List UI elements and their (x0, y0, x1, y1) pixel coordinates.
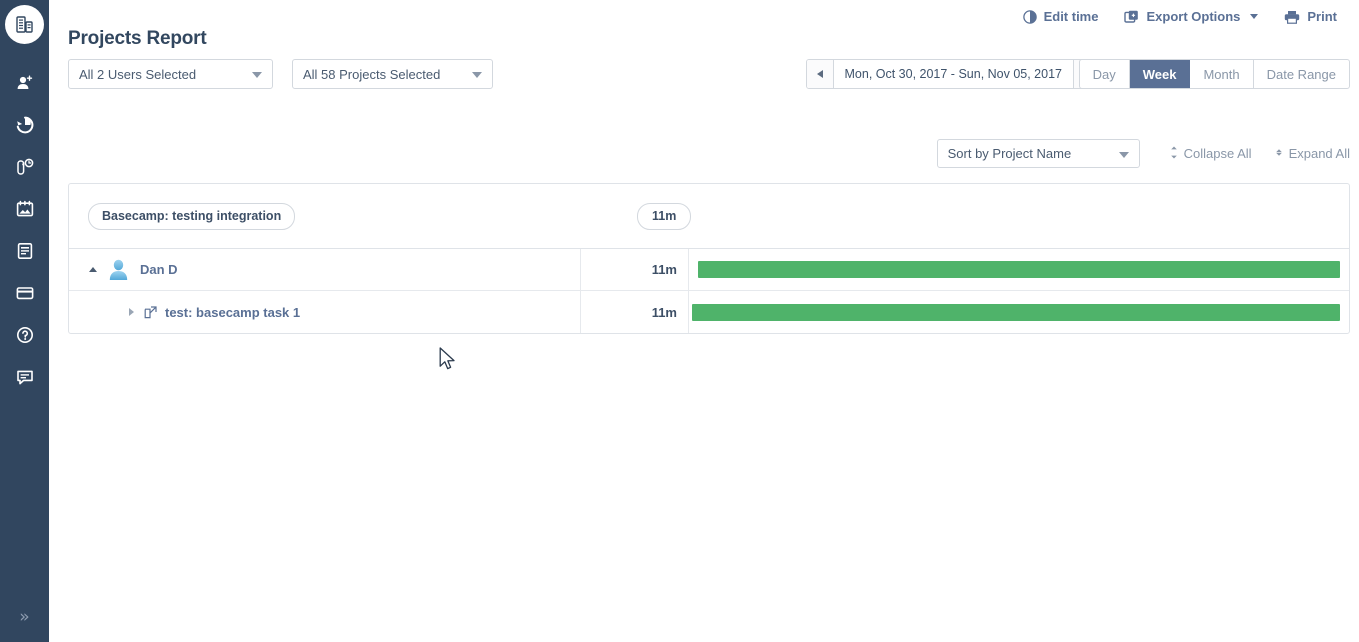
printer-icon (1284, 10, 1300, 24)
sidebar-item-calendar[interactable] (0, 188, 49, 230)
task-row-time: 11m (581, 291, 689, 333)
collapse-all-label: Collapse All (1183, 146, 1252, 161)
user-row-time: 11m (581, 249, 689, 290)
expand-all-button[interactable]: Expand All (1275, 146, 1350, 162)
users-select-value: All 2 Users Selected (79, 66, 197, 82)
sidebar-nav (0, 62, 49, 398)
page-title: Projects Report (68, 28, 207, 49)
task-row-name-cell: test: basecamp task 1 (69, 291, 581, 333)
table-row: Dan D 11m (69, 249, 1349, 291)
export-options-button[interactable]: Export Options (1124, 9, 1259, 24)
chevron-down-icon (1250, 14, 1259, 19)
time-bar (692, 303, 1340, 321)
view-toggle-day[interactable]: Day (1080, 60, 1130, 88)
sidebar-item-chat[interactable] (0, 356, 49, 398)
disclosure-collapsed-icon[interactable] (129, 308, 134, 316)
edit-time-label: Edit time (1043, 9, 1099, 24)
view-toggle: Day Week Month Date Range (1078, 59, 1350, 89)
view-toggle-date-range[interactable]: Date Range (1254, 60, 1349, 88)
report-card: Basecamp: testing integration 11m Dan D … (68, 183, 1350, 334)
date-navigator: Mon, Oct 30, 2017 - Sun, Nov 05, 2017 (805, 59, 1101, 89)
collapse-icon (1170, 146, 1178, 162)
view-toggle-month[interactable]: Month (1190, 60, 1254, 88)
print-button[interactable]: Print (1284, 9, 1337, 24)
expand-all-label: Expand All (1288, 146, 1350, 161)
table-row: test: basecamp task 1 11m (69, 291, 1349, 333)
export-options-label: Export Options (1146, 9, 1241, 24)
sidebar-item-timer[interactable] (0, 146, 49, 188)
date-prev-button[interactable] (806, 60, 834, 88)
chevron-down-icon (252, 72, 262, 78)
sort-row: Sort by Project Name Collapse All Expand… (936, 139, 1350, 168)
view-toggle-week[interactable]: Week (1129, 60, 1191, 88)
chevron-left-icon (816, 70, 823, 78)
chevron-down-icon (472, 72, 482, 78)
sidebar-expand-toggle[interactable]: » (0, 600, 49, 634)
date-range-label[interactable]: Mon, Oct 30, 2017 - Sun, Nov 05, 2017 (834, 60, 1074, 88)
user-row-bar-cell (689, 249, 1349, 290)
clock-icon (1022, 9, 1037, 24)
sidebar-item-history[interactable] (0, 104, 49, 146)
avatar (107, 258, 130, 281)
project-name-chip[interactable]: Basecamp: testing integration (88, 202, 296, 230)
collapse-all-button[interactable]: Collapse All (1170, 146, 1252, 162)
building-logo-icon[interactable] (5, 5, 44, 44)
chevron-down-icon (1118, 151, 1129, 158)
main-content: Edit time Export Options Print Projects … (49, 0, 1359, 642)
project-total-time: 11m (637, 202, 692, 230)
sidebar-item-reports[interactable] (0, 230, 49, 272)
sidebar: » (0, 0, 49, 642)
disclosure-expanded-icon[interactable] (89, 267, 97, 272)
app-root: » Edit time Export Options Print Project… (0, 0, 1359, 642)
expand-icon (1275, 146, 1283, 162)
projects-select[interactable]: All 58 Projects Selected (292, 59, 493, 89)
time-bar (698, 261, 1340, 278)
sidebar-item-add-user[interactable] (0, 62, 49, 104)
task-row-bar-cell (689, 291, 1349, 333)
sort-select-value: Sort by Project Name (947, 146, 1072, 161)
sort-select[interactable]: Sort by Project Name (936, 139, 1140, 168)
print-label: Print (1307, 9, 1337, 24)
sidebar-item-invoices[interactable] (0, 272, 49, 314)
sort-actions: Collapse All Expand All (1170, 146, 1350, 162)
users-select[interactable]: All 2 Users Selected (68, 59, 273, 89)
projects-select-value: All 58 Projects Selected (303, 66, 441, 82)
external-link-icon[interactable] (144, 305, 157, 319)
user-name-link[interactable]: Dan D (140, 262, 178, 277)
utility-bar: Edit time Export Options Print (1022, 9, 1337, 24)
project-header-row: Basecamp: testing integration 11m (69, 184, 1349, 249)
export-icon (1124, 10, 1139, 24)
mouse-cursor (439, 347, 457, 377)
user-row-name-cell: Dan D (69, 249, 581, 290)
edit-time-button[interactable]: Edit time (1022, 9, 1099, 24)
sidebar-item-help[interactable] (0, 314, 49, 356)
filter-bar: All 2 Users Selected All 58 Projects Sel… (68, 59, 493, 89)
task-name-link[interactable]: test: basecamp task 1 (165, 305, 300, 320)
